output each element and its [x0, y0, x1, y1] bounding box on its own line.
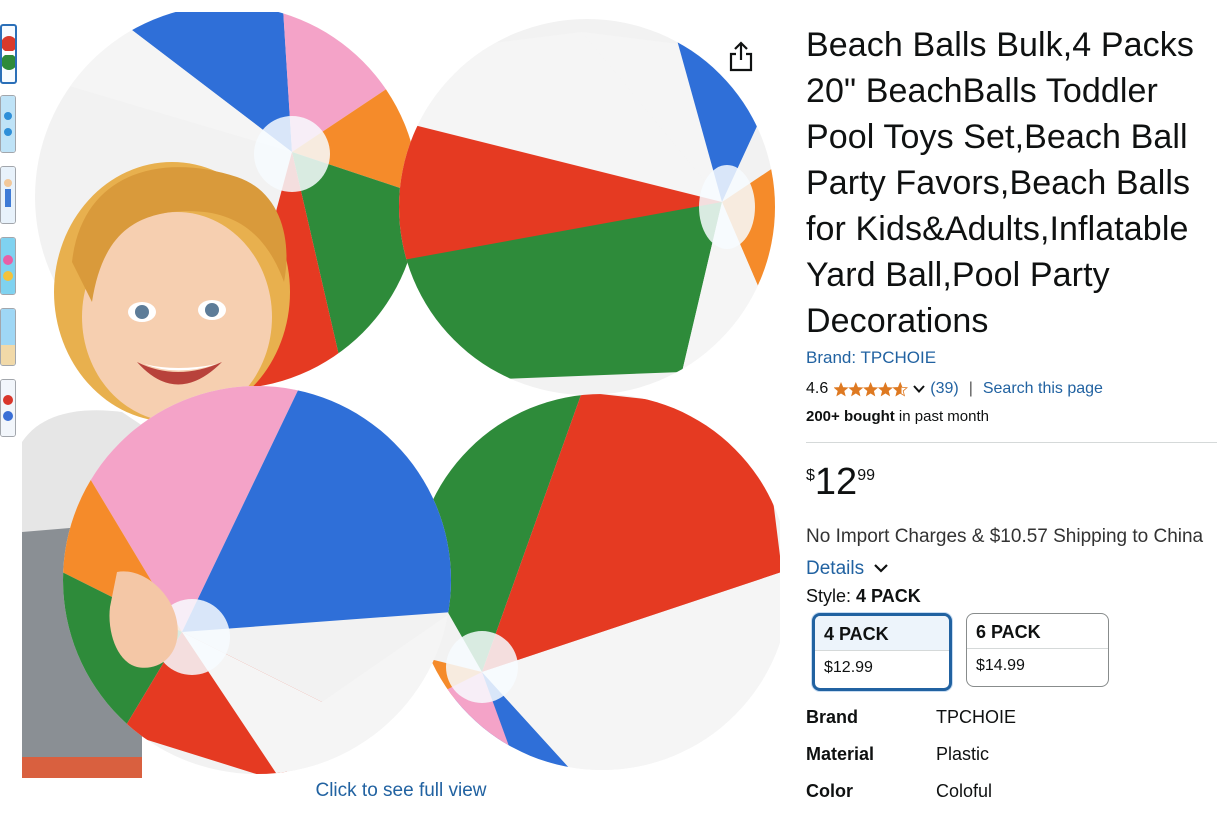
bought-count-rest: in past month: [894, 408, 989, 425]
chevron-down-icon[interactable]: [873, 562, 889, 574]
shipping-text: No Import Charges & $10.57 Shipping to C…: [806, 526, 1204, 547]
bought-count-bold: 200+ bought: [806, 408, 895, 425]
product-info: Beach Balls Bulk,4 Packs 20" BeachBalls …: [806, 22, 1217, 810]
thumbnail-6[interactable]: [0, 379, 16, 437]
shipping-details-link[interactable]: Details: [806, 558, 864, 579]
spec-value: Plastic: [936, 744, 990, 764]
thumbnail-3[interactable]: [0, 166, 16, 224]
style-option-4-pack[interactable]: 4 PACK $12.99: [812, 613, 952, 691]
option-name: 4 PACK: [815, 616, 949, 651]
stars-icon: [834, 382, 908, 397]
bought-count: 200+ bought in past month: [806, 406, 1214, 428]
style-selected: 4 PACK: [856, 586, 921, 606]
option-price: $12.99: [824, 659, 873, 676]
option-name: 6 PACK: [967, 614, 1108, 649]
spec-row: Brand TPCHOIE: [806, 699, 1214, 736]
full-view-link[interactable]: Click to see full view: [22, 780, 780, 802]
shipping-info: No Import Charges & $10.57 Shipping to C…: [806, 521, 1214, 585]
price-fraction: 99: [857, 467, 875, 484]
option-price: $14.99: [976, 657, 1025, 674]
spec-value: TPCHOIE: [936, 707, 1017, 727]
rating-value: 4.6: [806, 380, 829, 397]
rating-row: 4.6 (39) | Search this page: [806, 378, 1214, 400]
spec-row: Material Plastic: [806, 736, 1214, 773]
thumbnail-5[interactable]: [0, 308, 16, 366]
price: $ 12 99: [806, 463, 1214, 507]
divider: [806, 442, 1217, 443]
spec-key: Color: [806, 781, 853, 801]
review-count-link[interactable]: (39): [930, 378, 958, 400]
spec-key: Material: [806, 744, 875, 764]
price-currency: $: [806, 467, 815, 484]
search-this-page-link[interactable]: Search this page: [983, 378, 1103, 400]
style-label: Style: 4 PACK: [806, 583, 1214, 609]
beach-ball-4: [414, 394, 782, 770]
chevron-down-icon[interactable]: [912, 382, 926, 396]
spec-key: Brand: [806, 707, 859, 727]
share-icon[interactable]: [727, 40, 755, 74]
beach-ball-2: [399, 19, 775, 395]
style-label-text: Style:: [806, 586, 857, 606]
product-title: Beach Balls Bulk,4 Packs 20" BeachBalls …: [806, 26, 1194, 340]
style-options: 4 PACK $12.99 6 PACK $14.99: [806, 613, 1214, 697]
rating-separator: |: [968, 380, 973, 397]
thumbnail-4[interactable]: [0, 237, 16, 295]
price-whole: 12: [814, 461, 858, 503]
spec-row: Color Coloful: [806, 773, 1214, 810]
style-option-6-pack[interactable]: 6 PACK $14.99: [966, 613, 1109, 687]
main-product-image[interactable]: [22, 5, 782, 778]
star-rating[interactable]: [834, 381, 908, 397]
thumbnail-1[interactable]: [0, 24, 17, 84]
product-specs: Brand TPCHOIE Material Plastic Color Col…: [806, 699, 1214, 810]
spec-value: Coloful: [936, 781, 993, 801]
brand-link[interactable]: Brand: TPCHOIE: [806, 346, 1214, 370]
thumbnail-2[interactable]: [0, 95, 16, 153]
